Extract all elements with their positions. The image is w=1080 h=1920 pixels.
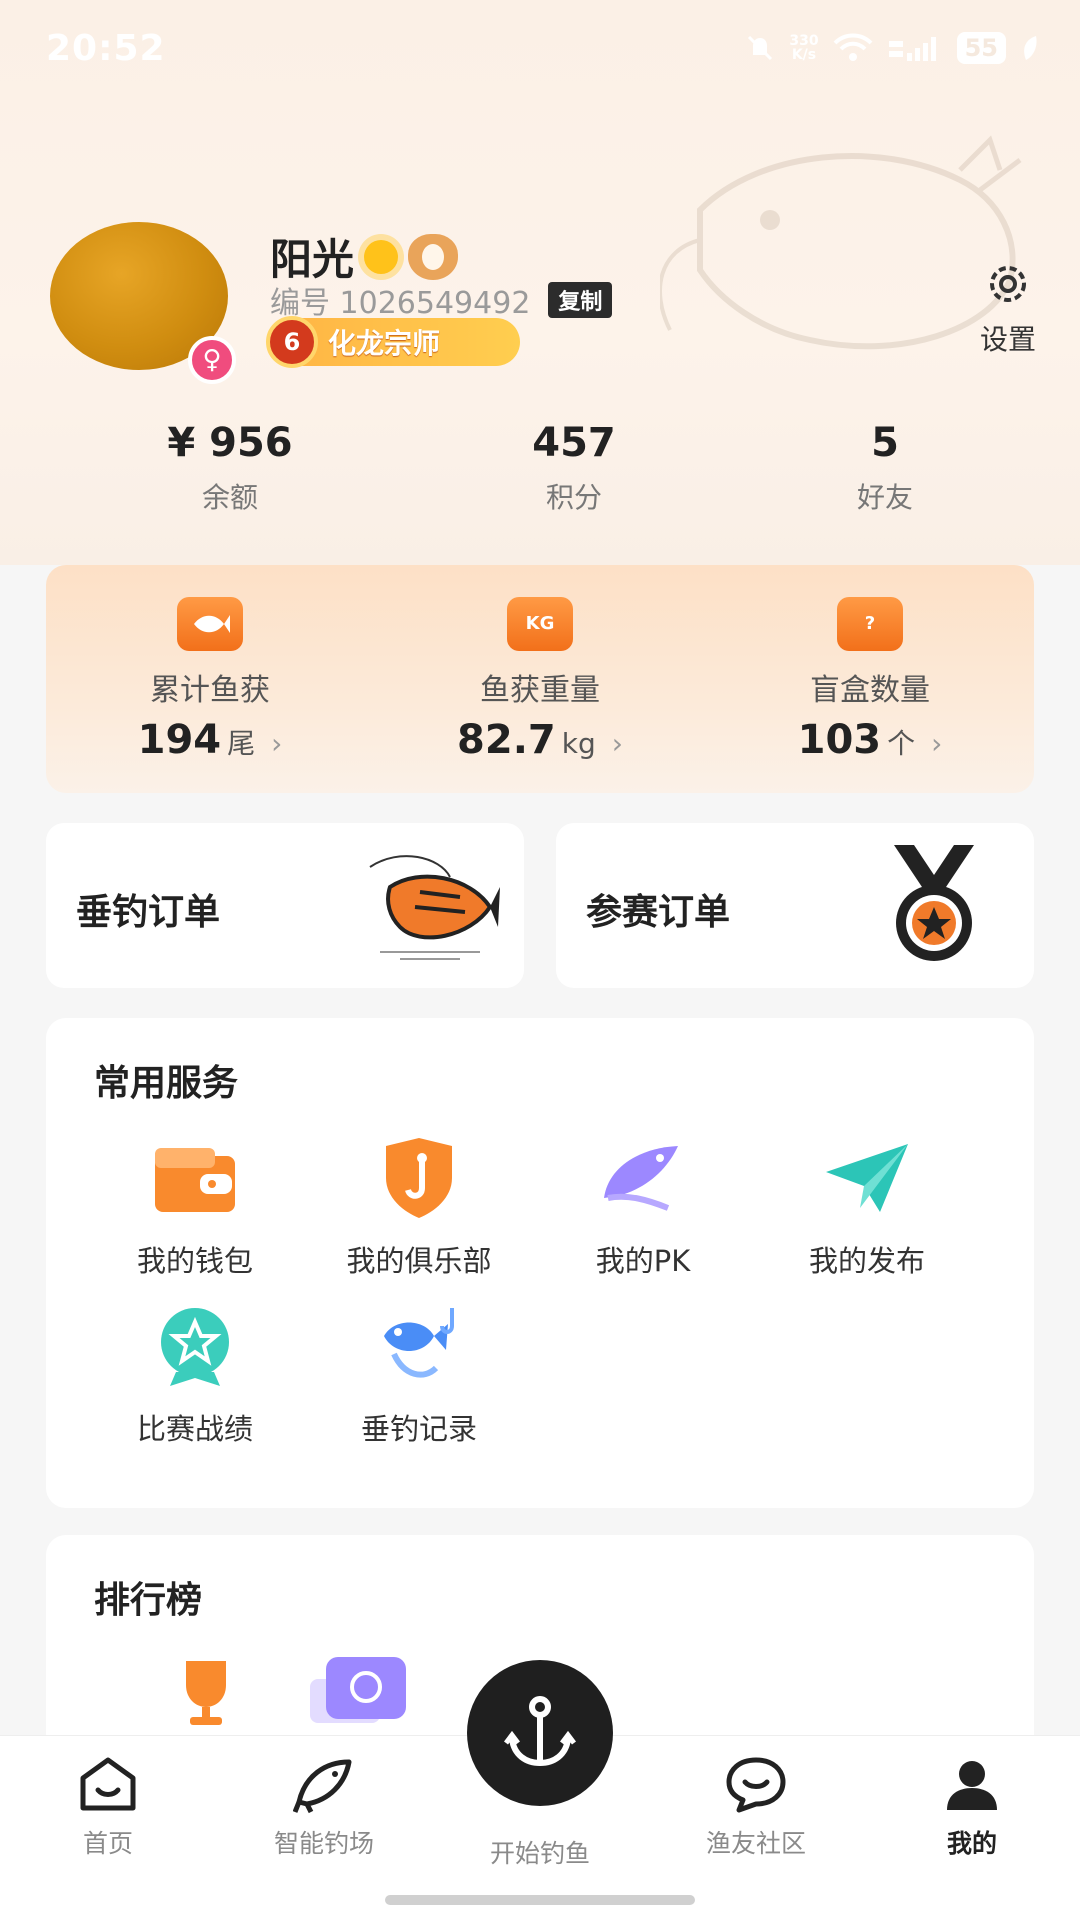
catch-label: 盲盒数量 [810,673,930,708]
service-label: 我的钱包 [136,1244,253,1278]
fishing-order-title: 垂钓订单 [76,892,221,933]
service-fishing-record[interactable]: 垂钓记录 [314,1306,524,1448]
catch-value: 82.7 kg › [457,717,623,763]
club-shield-icon [386,1138,452,1218]
stat-label: 积分 [545,481,602,514]
settings-label: 设置 [979,323,1036,356]
start-fishing-button[interactable] [467,1660,613,1806]
fish-icon [177,597,243,651]
anchor-icon [504,1696,576,1767]
rank-badge[interactable]: 6 化龙宗师 [266,316,520,368]
rank-title: 化龙宗师 [328,327,441,360]
home-indicator[interactable] [385,1895,695,1905]
pk-fish-icon [604,1146,678,1211]
nav-label: 智能钓场 [273,1829,374,1858]
chat-rank-icon[interactable] [310,1657,410,1727]
stat-friends[interactable]: 5 好友 [755,420,1015,516]
copy-id-button[interactable]: 复制 [548,282,613,318]
sun-emoji-icon [364,239,399,274]
user-id: 编号 1026549492 [270,286,531,321]
nav-label: 渔友社区 [705,1829,806,1858]
service-publish[interactable]: 我的发布 [762,1138,972,1280]
contest-order-title: 参赛订单 [586,892,731,933]
nav-smart-pond[interactable]: 智能钓场 [244,1756,404,1860]
nav-label: 我的 [946,1829,997,1858]
female-icon: ♀ [188,336,236,384]
services-title: 常用服务 [94,1063,239,1104]
battery-icon: 55 [956,32,1006,64]
status-time: 20:52 [46,28,166,69]
stat-points[interactable]: 457 积分 [444,420,704,516]
user-icon [947,1761,997,1810]
account-stats: ¥ 956 余额 457 积分 5 好友 [0,420,1080,530]
catch-value: 194 尾 › [137,717,283,763]
rank-level: 6 [266,316,318,368]
blind-box-icon: ? [837,597,903,651]
service-wallet[interactable]: 我的钱包 [90,1138,300,1280]
stat-value: 5 [871,420,899,466]
service-contest-record[interactable]: 比赛战绩 [90,1306,300,1448]
fish-hook-icon [384,1308,454,1378]
net-speed: 330 K/s [789,33,819,63]
service-label: 我的发布 [808,1244,925,1278]
service-label: 垂钓记录 [360,1412,477,1446]
signal-icon [888,37,936,61]
wallet-icon [155,1148,235,1212]
stat-label: 好友 [856,481,913,514]
fishing-order-card[interactable]: 垂钓订单 [46,823,524,988]
service-label: 我的俱乐部 [346,1244,492,1278]
ranking-title: 排行榜 [94,1580,203,1621]
contest-order-card[interactable]: 参赛订单 [556,823,1034,988]
service-label: 比赛战绩 [136,1412,253,1446]
stat-value: ¥ 956 [167,420,293,466]
stat-label: 余额 [201,481,258,514]
medal-icon [894,845,974,961]
catch-label: 累计鱼获 [150,673,270,708]
nav-home[interactable]: 首页 [28,1756,188,1860]
catch-weight[interactable]: KG 鱼获重量 82.7 kg › [390,597,690,763]
status-bar: 20:52 330 K/s 55 [0,0,1080,100]
wifi-icon [833,33,873,61]
leaf-icon [1024,36,1037,60]
services-panel: 常用服务 我的钱包 我的俱乐部 我的PK 我的发布 比赛战绩 垂钓记录 [46,1018,1034,1508]
gear-icon [989,266,1026,302]
dog-emoji-icon [408,233,459,280]
chevron-right-icon: › [931,727,943,760]
star-badge-icon [161,1308,229,1386]
user-id-line: 编号 1026549492 复制 [270,278,613,322]
weight-kg-icon: KG [507,597,573,651]
settings-button[interactable]: 设置 [980,258,1036,358]
nav-community[interactable]: 渔友社区 [676,1756,836,1860]
service-club[interactable]: 我的俱乐部 [314,1138,524,1280]
nav-label: 首页 [82,1829,133,1858]
fish-outline-icon [292,1759,352,1814]
chevron-right-icon: › [271,727,283,760]
service-pk[interactable]: 我的PK [538,1138,748,1280]
nav-label: 开始钓鱼 [489,1839,590,1868]
catch-blind-box[interactable]: ? 盲盒数量 103 个 › [720,597,1020,763]
catch-summary-card: 累计鱼获 194 尾 › KG 鱼获重量 82.7 kg › ? 盲盒数量 10… [46,565,1034,793]
nav-start-fishing-label[interactable]: 开始钓鱼 [460,1828,620,1870]
catch-label: 鱼获重量 [480,673,600,708]
stat-value: 457 [532,420,616,466]
chevron-right-icon: › [611,727,623,760]
mute-bell-icon [748,35,773,61]
trophy-icon[interactable] [166,1657,246,1727]
catch-total[interactable]: 累计鱼获 194 尾 › [60,597,360,763]
stat-balance[interactable]: ¥ 956 余额 [100,420,360,516]
service-label: 我的PK [595,1244,691,1278]
chat-icon [726,1757,786,1813]
status-icons: 330 K/s 55 [745,32,1040,64]
send-icon [826,1144,908,1212]
catch-value: 103 个 › [797,717,943,763]
home-icon [80,1757,136,1811]
nav-mine[interactable]: 我的 [892,1756,1052,1860]
jumping-fish-icon [369,855,500,960]
